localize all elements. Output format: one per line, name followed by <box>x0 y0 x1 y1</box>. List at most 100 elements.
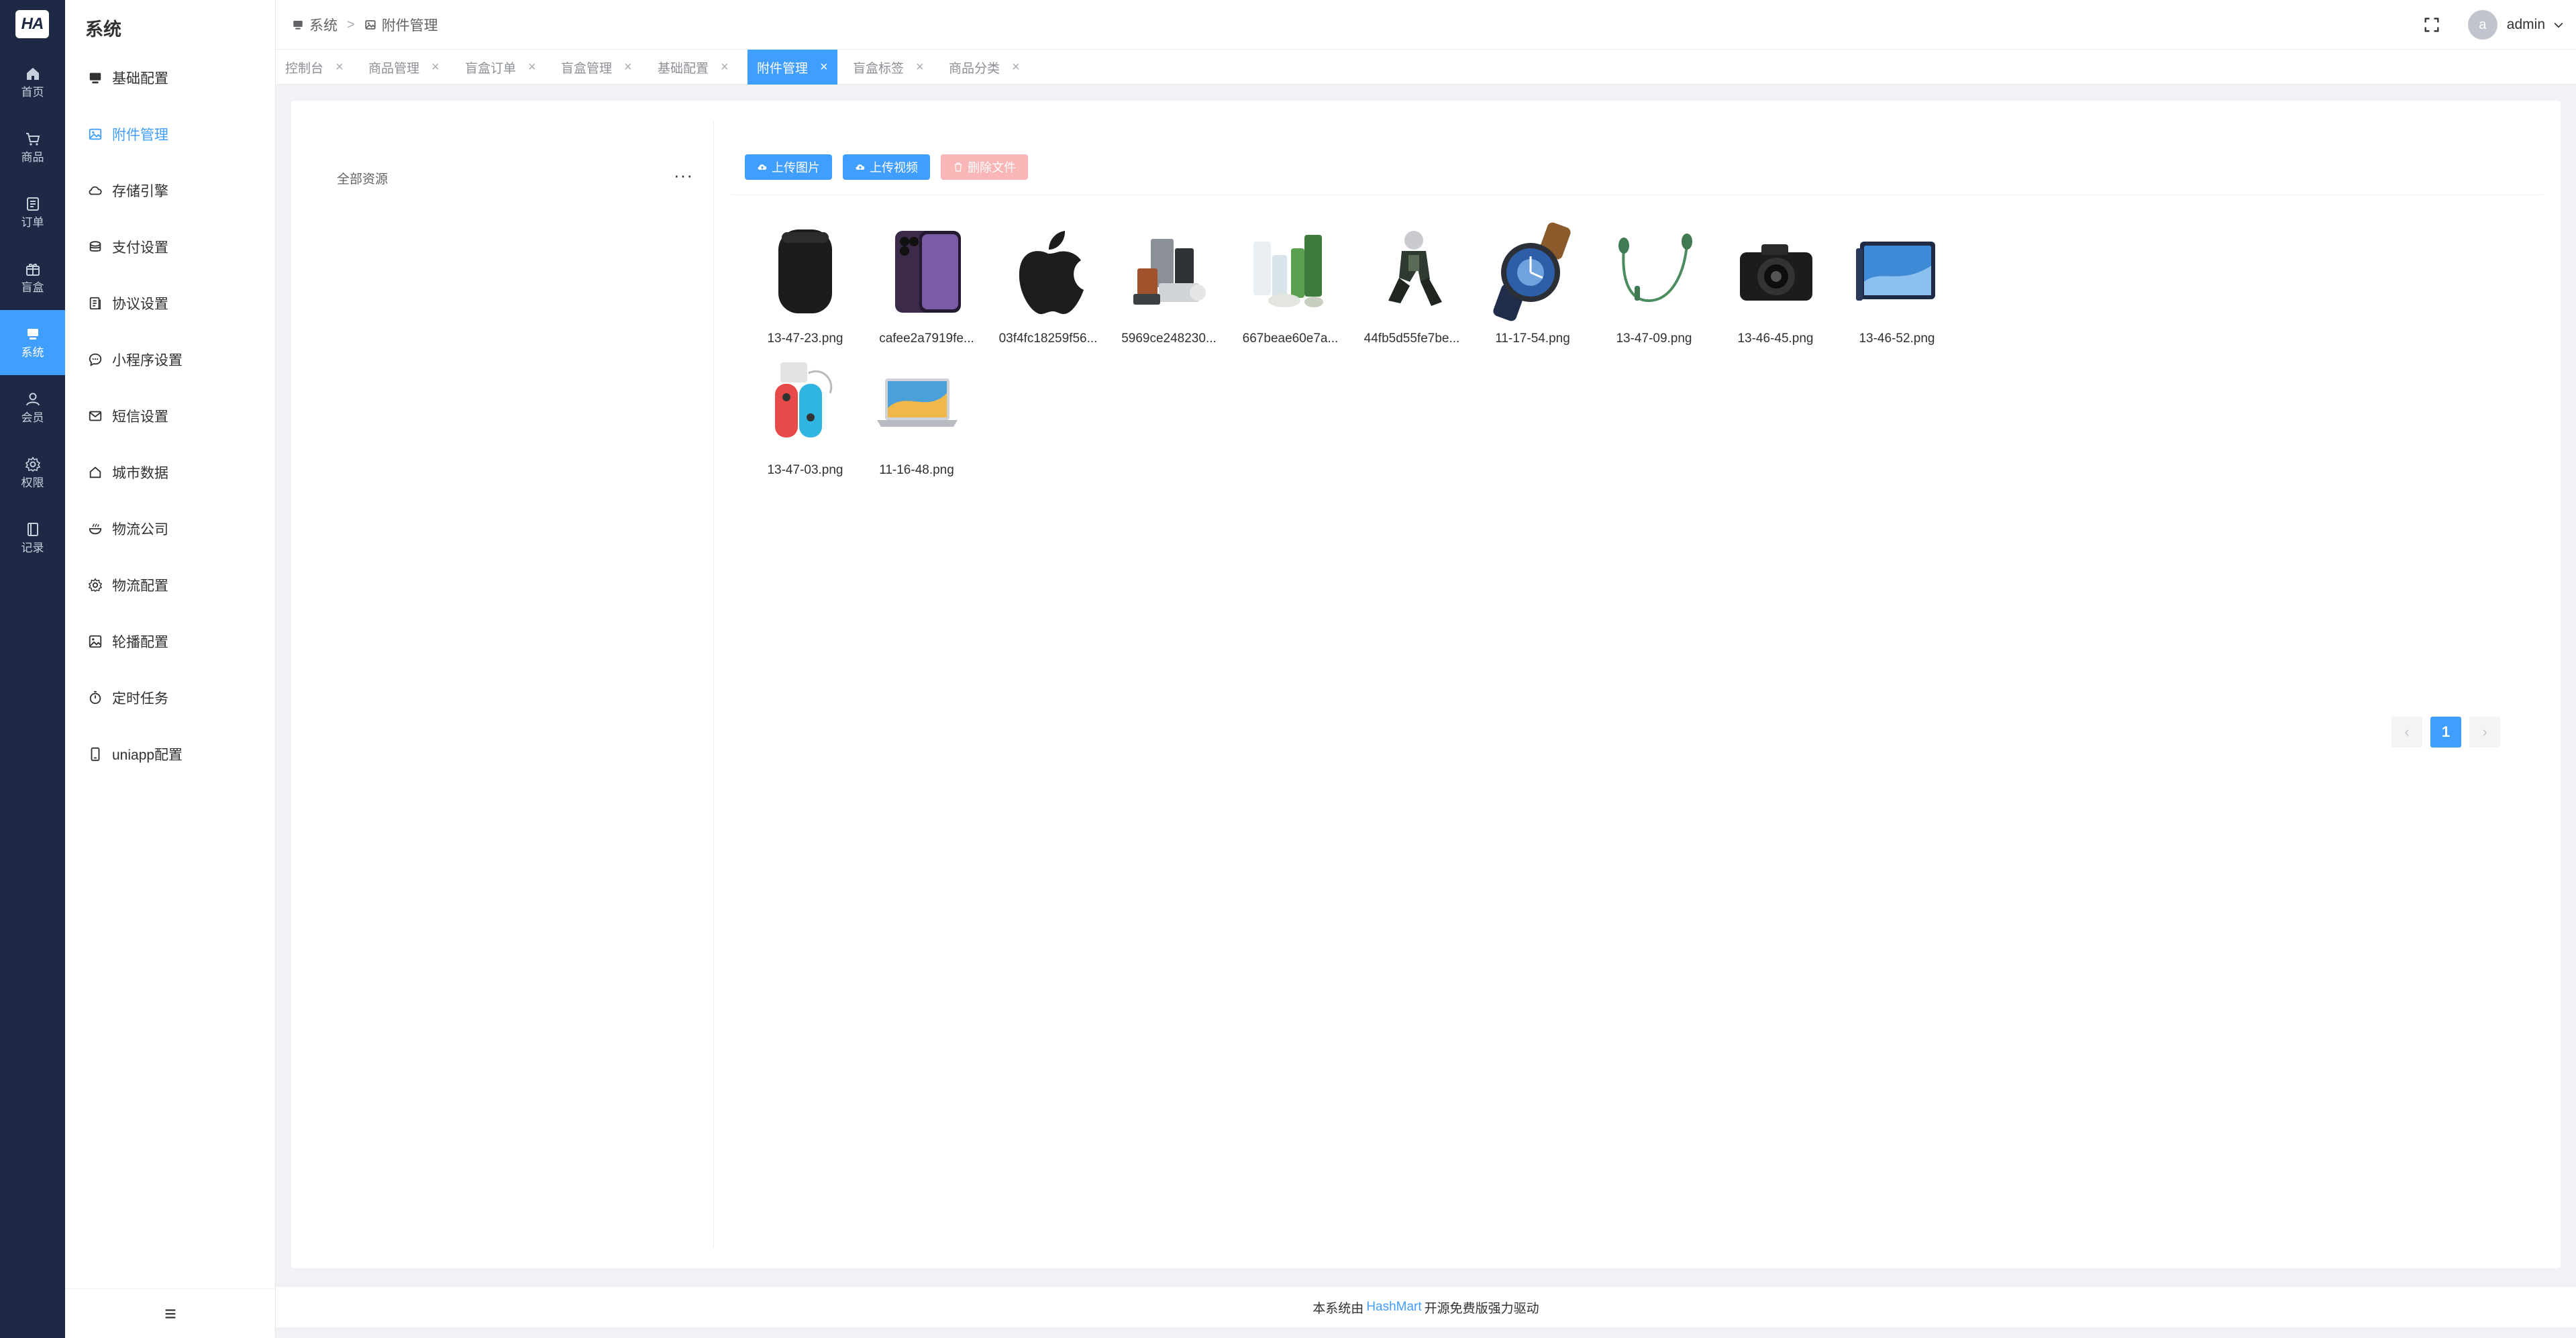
chat-icon <box>89 353 102 366</box>
file-name: cafee2a7919fe... <box>879 331 974 346</box>
phone-image-icon <box>895 231 961 313</box>
tab-blindbox-orders[interactable]: 盲盒订单 × <box>456 50 546 85</box>
file-item[interactable]: 13-46-52.png <box>1840 221 1954 349</box>
rail-item-blindbox[interactable]: 盲盒 <box>0 245 65 310</box>
file-item[interactable]: 13-47-23.png <box>748 221 862 349</box>
file-thumbnail <box>1240 221 1341 322</box>
apple-logo-icon <box>1019 231 1084 315</box>
sidebar-item-storage[interactable]: 存储引擎 <box>65 170 275 211</box>
sidebar-item-city-data[interactable]: 城市数据 <box>65 452 275 493</box>
sidebar-item-sms[interactable]: 短信设置 <box>65 396 275 436</box>
page-number-button[interactable]: 1 <box>2430 717 2461 748</box>
user-name[interactable]: admin <box>2507 17 2545 33</box>
sidebar-item-uniapp[interactable]: uniapp配置 <box>65 734 275 774</box>
file-item[interactable]: 5969ce248230... <box>1112 221 1226 349</box>
cloud-upload-icon <box>856 164 865 170</box>
tab-dashboard[interactable]: 控制台 × <box>276 50 353 85</box>
file-item[interactable]: 11-17-54.png <box>1476 221 1590 349</box>
breadcrumb-label: 系统 <box>309 18 338 34</box>
file-thumbnail <box>1725 221 1826 322</box>
sidebar-item-scheduled-tasks[interactable]: 定时任务 <box>65 678 275 718</box>
tab-close-icon[interactable]: × <box>431 60 440 75</box>
next-page-button[interactable]: › <box>2469 717 2500 748</box>
book-icon <box>27 522 38 536</box>
more-icon[interactable]: ··· <box>674 165 693 186</box>
file-item[interactable]: 13-47-03.png <box>748 353 862 480</box>
rail-item-records[interactable]: 记录 <box>0 505 65 570</box>
watch-icon <box>1493 222 1571 321</box>
tab-close-icon[interactable]: × <box>336 60 344 75</box>
rail-item-goods[interactable]: 商品 <box>0 115 65 180</box>
sidebar-item-agreement[interactable]: 协议设置 <box>65 283 275 323</box>
sidebar-item-label: 附件管理 <box>112 127 168 143</box>
breadcrumb-item-system[interactable]: 系统 <box>292 15 338 35</box>
system-sidebar: 系统 基础配置 附件管理 存储引擎 支付设置 协议设置 小程序设置 短信设置 城… <box>65 0 276 1338</box>
tab-label: 盲盒订单 <box>465 61 517 76</box>
upload-video-button[interactable]: 上传视频 <box>843 154 930 180</box>
footer-link[interactable]: HashMart <box>1366 1300 1421 1315</box>
tab-close-icon[interactable]: × <box>721 60 729 75</box>
file-item[interactable]: cafee2a7919fe... <box>870 221 984 349</box>
electronics-group-icon <box>1133 239 1206 305</box>
sidebar-item-miniprogram[interactable]: 小程序设置 <box>65 340 275 380</box>
tab-attachments[interactable]: 附件管理 × <box>748 50 837 85</box>
file-item[interactable]: 667beae60e7a... <box>1233 221 1347 349</box>
tab-blindbox-management[interactable]: 盲盒管理 × <box>552 50 641 85</box>
file-name: 13-46-45.png <box>1737 331 1814 346</box>
tab-close-icon[interactable]: × <box>1012 60 1020 75</box>
tab-close-icon[interactable]: × <box>528 60 536 75</box>
file-item[interactable]: 03f4fc18259f56... <box>991 221 1105 349</box>
button-label: 上传图片 <box>772 161 820 174</box>
sidebar-item-logistics-company[interactable]: 物流公司 <box>65 509 275 549</box>
delete-file-button[interactable]: 删除文件 <box>941 154 1028 180</box>
rail-item-orders[interactable]: 订单 <box>0 180 65 245</box>
app-logo[interactable]: HA <box>15 10 49 38</box>
tree-node-all-resources[interactable]: 全部资源 <box>337 169 388 187</box>
sidebar-item-logistics-config[interactable]: 物流配置 <box>65 565 275 605</box>
rail-label: 会员 <box>21 411 44 424</box>
file-item[interactable]: 13-46-45.png <box>1718 221 1833 349</box>
sidebar-item-basic-config[interactable]: 基础配置 <box>65 58 275 98</box>
sidebar-item-payment[interactable]: 支付设置 <box>65 227 275 267</box>
file-thumbnail <box>755 221 856 322</box>
document-icon <box>89 297 101 310</box>
prev-page-button[interactable]: ‹ <box>2391 717 2422 748</box>
tab-basic-config[interactable]: 基础配置 × <box>648 50 738 85</box>
sidebar-item-carousel[interactable]: 轮播配置 <box>65 621 275 662</box>
tab-close-icon[interactable]: × <box>820 60 828 75</box>
chevron-down-icon[interactable] <box>2552 18 2565 32</box>
box-icon <box>25 263 40 276</box>
file-item[interactable]: 13-47-09.png <box>1597 221 1711 349</box>
rail-item-system[interactable]: 系统 <box>0 310 65 375</box>
fullscreen-icon[interactable] <box>2422 15 2441 34</box>
tab-goods-category[interactable]: 商品分类 × <box>939 50 1029 85</box>
rail-label: 商品 <box>21 150 44 164</box>
tab-close-icon[interactable]: × <box>916 60 924 75</box>
bowl-icon <box>89 523 102 535</box>
file-item[interactable]: 44fb5d55fe7be... <box>1355 221 1469 349</box>
breadcrumb-item-attachments: 附件管理 <box>364 15 438 35</box>
rail-item-permission[interactable]: 权限 <box>0 440 65 505</box>
file-item[interactable]: 11-16-48.png <box>860 353 974 480</box>
picture-icon <box>89 635 102 648</box>
tab-blindbox-tags[interactable]: 盲盒标签 × <box>843 50 933 85</box>
order-icon <box>26 197 39 211</box>
cart-icon <box>25 132 40 146</box>
tab-close-icon[interactable]: × <box>624 60 632 75</box>
timer-icon <box>89 690 101 705</box>
rail-item-member[interactable]: 会员 <box>0 375 65 440</box>
avatar[interactable]: a <box>2467 10 2497 40</box>
file-name: 11-16-48.png <box>879 463 954 477</box>
rail-item-home[interactable]: 首页 <box>0 50 65 115</box>
file-thumbnail <box>1119 221 1219 322</box>
sidebar-collapse-button[interactable] <box>65 1288 275 1338</box>
sidebar-item-label: 定时任务 <box>112 691 168 707</box>
sidebar-item-attachments[interactable]: 附件管理 <box>65 114 275 154</box>
sidebar-item-label: uniapp配置 <box>112 748 183 763</box>
hamburger-icon <box>165 1308 175 1319</box>
trash-icon <box>954 162 962 172</box>
tab-goods-management[interactable]: 商品管理 × <box>359 50 449 85</box>
breadcrumb-label: 附件管理 <box>381 18 438 34</box>
upload-image-button[interactable]: 上传图片 <box>745 154 832 180</box>
sidebar-item-label: 城市数据 <box>112 466 168 481</box>
